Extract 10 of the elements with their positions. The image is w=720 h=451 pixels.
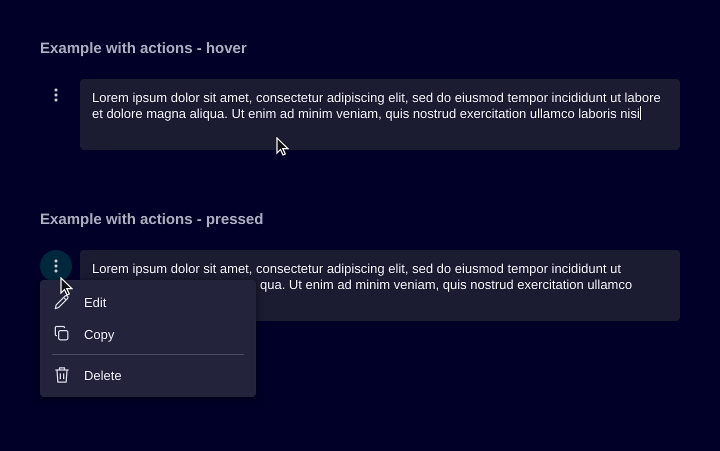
section-title: Example with actions - hover (40, 40, 248, 58)
menu-item[interactable]: Delete (40, 359, 256, 391)
pointer-icon (276, 137, 289, 156)
text-area[interactable]: Lorem ipsum dolor sit amet, consectetur adipiscing elit, sed do eiusmod tempor incididunt ut labore et dolore magna aliqua. Ut enim ad minim veniam, quis nostrud exercitation ullamco laboris nisi (80, 79, 680, 150)
more-icon (54, 259, 58, 273)
pointer-icon (60, 277, 73, 296)
more-icon (54, 88, 58, 102)
more-actions-button[interactable] (40, 250, 72, 282)
menu-item[interactable]: Copy (40, 318, 256, 350)
section-title: Example with actions - pressed (40, 211, 264, 229)
